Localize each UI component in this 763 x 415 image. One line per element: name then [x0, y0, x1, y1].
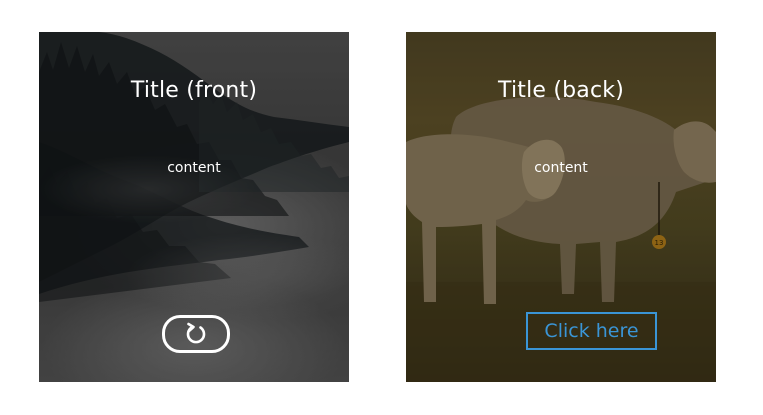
click-here-button[interactable]: Click here [526, 312, 657, 350]
back-title: Title (back) [498, 78, 624, 103]
front-content: content [167, 160, 221, 176]
flip-button[interactable] [162, 315, 230, 353]
flip-card-back: 13 Title (back) content Click here [406, 32, 716, 382]
flip-card-demo: Title (front) content 13 Title (back) co… [0, 0, 763, 415]
flip-card-front: Title (front) content [39, 32, 349, 382]
front-title: Title (front) [130, 78, 258, 103]
back-content: content [534, 160, 588, 176]
rotate-ccw-icon [186, 322, 206, 344]
